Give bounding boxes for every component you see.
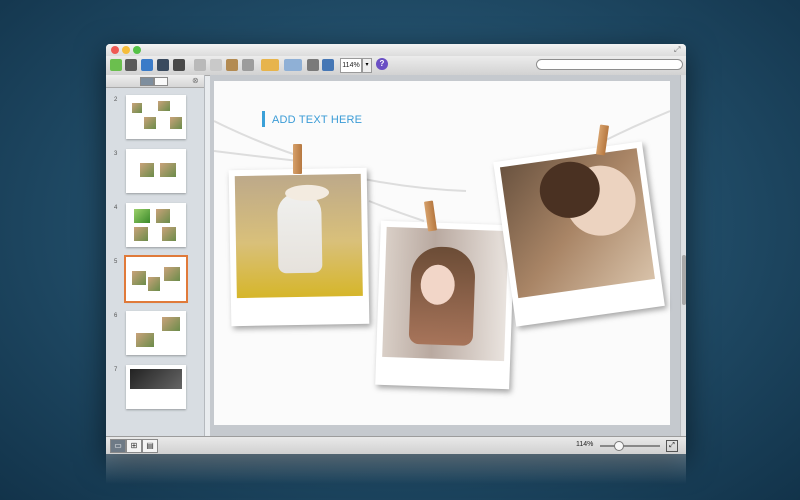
new-document-icon[interactable] — [110, 59, 122, 71]
zoom-slider-knob[interactable] — [614, 441, 624, 451]
slide-number: 3 — [114, 151, 118, 157]
zoom-level: 114% — [576, 441, 594, 448]
sidebar-header: ⊗ — [106, 75, 204, 88]
photo-image-2 — [382, 226, 509, 362]
grid-view-icon[interactable] — [125, 59, 137, 71]
slide-thumbnail-5[interactable] — [124, 255, 188, 303]
zoom-slider[interactable] — [600, 445, 660, 447]
slide-number: 5 — [114, 259, 118, 265]
title-bar: ⤢ — [106, 44, 686, 56]
insert-page-icon[interactable] — [307, 59, 319, 71]
zoom-dropdown-button[interactable]: ▾ — [362, 58, 372, 73]
slide-number: 7 — [114, 367, 118, 373]
fit-to-window-icon[interactable]: ⤢ — [666, 440, 678, 452]
slide-thumbnail-2[interactable] — [126, 95, 186, 139]
thumbnail-view-toggle[interactable] — [140, 77, 154, 86]
format-painter-icon[interactable] — [242, 59, 254, 71]
slide-canvas: ADD TEXT HERE — [210, 75, 680, 436]
app-window: ⤢ 114% ▾ ? ⌕▾ ⊗ 2 3 — [106, 44, 686, 454]
open-icon[interactable] — [141, 59, 153, 71]
help-button[interactable]: ? — [376, 58, 388, 70]
main-toolbar: 114% ▾ ? ⌕▾ — [106, 56, 686, 76]
fullscreen-icon[interactable]: ⤢ — [674, 45, 680, 55]
slide-number: 4 — [114, 205, 118, 211]
photo-image-3 — [499, 148, 655, 299]
slide-title-placeholder[interactable]: ADD TEXT HERE — [272, 114, 362, 126]
slideshow-button[interactable]: ▤ — [142, 439, 158, 453]
slide-thumbnail-4[interactable] — [126, 203, 186, 247]
scrollbar-thumb[interactable] — [682, 255, 686, 305]
minimize-window-button[interactable] — [122, 46, 130, 54]
print-icon[interactable] — [173, 59, 185, 71]
close-panel-icon[interactable]: ⊗ — [192, 76, 199, 85]
slide-thumbnail-6[interactable] — [126, 311, 186, 355]
zoom-field[interactable]: 114% — [340, 58, 362, 73]
close-window-button[interactable] — [111, 46, 119, 54]
slide-thumbnail-7[interactable] — [126, 365, 186, 409]
slide-thumbnail-panel: ⊗ 2 3 4 5 6 7 — [106, 75, 205, 436]
window-reflection — [106, 454, 686, 484]
undo-icon[interactable] — [261, 59, 279, 71]
clothespin-1 — [293, 144, 302, 174]
save-icon[interactable] — [157, 59, 169, 71]
cut-icon[interactable] — [194, 59, 206, 71]
photo-frame-2[interactable] — [375, 220, 515, 390]
redo-icon[interactable] — [284, 59, 302, 71]
photo-frame-1[interactable] — [228, 167, 370, 327]
vertical-scrollbar[interactable] — [680, 75, 686, 436]
copy-icon[interactable] — [210, 59, 222, 71]
status-bar: ▭ ⊞ ▤ 114% ⤢ — [106, 436, 686, 454]
slide-page[interactable]: ADD TEXT HERE — [214, 81, 670, 425]
search-input[interactable] — [536, 59, 683, 70]
outline-view-toggle[interactable] — [154, 77, 168, 86]
presentation-icon[interactable] — [322, 59, 334, 71]
slide-number: 2 — [114, 97, 118, 103]
normal-view-button[interactable]: ▭ — [110, 439, 126, 453]
slide-number: 6 — [114, 313, 118, 319]
photo-frame-3[interactable] — [493, 141, 665, 327]
slide-thumbnail-3[interactable] — [126, 149, 186, 193]
paste-icon[interactable] — [226, 59, 238, 71]
slide-sorter-button[interactable]: ⊞ — [126, 439, 142, 453]
photo-image-1 — [234, 173, 363, 299]
title-accent-bar — [262, 111, 265, 127]
zoom-window-button[interactable] — [133, 46, 141, 54]
